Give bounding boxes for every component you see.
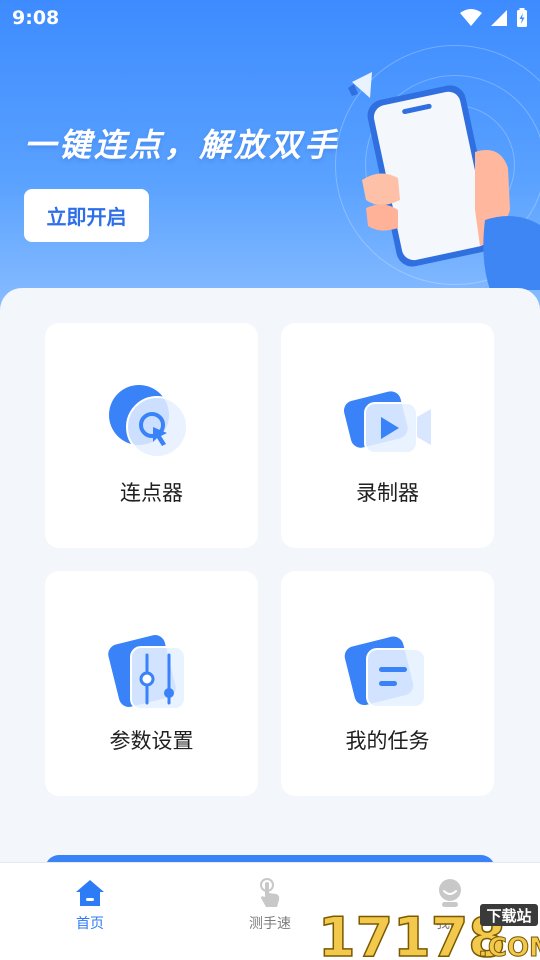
status-icons bbox=[460, 8, 528, 28]
battery-charging-icon bbox=[517, 8, 527, 27]
home-icon bbox=[76, 880, 104, 906]
feature-label: 我的任务 bbox=[345, 729, 430, 753]
feature-card-clicker[interactable]: 连点器 bbox=[45, 323, 258, 548]
feature-label: 参数设置 bbox=[109, 729, 194, 753]
nav-label: 测手速 bbox=[249, 916, 291, 932]
feature-card-recorder[interactable]: 录制器 bbox=[281, 323, 494, 548]
hero-title: 一键连点，解放双手 bbox=[24, 126, 340, 164]
cursor-click-icon bbox=[108, 385, 188, 458]
status-bar: 9:08 bbox=[0, 0, 540, 36]
nav-item-home[interactable]: 首页 bbox=[0, 863, 180, 960]
nav-label: 首页 bbox=[76, 916, 104, 932]
video-camera-icon bbox=[343, 391, 431, 454]
hero-banner: 9:08 一键连点，解放双手 立即开启 bbox=[0, 0, 540, 330]
status-time: 9:08 bbox=[12, 7, 60, 29]
start-now-button[interactable]: 立即开启 bbox=[24, 189, 149, 242]
wifi-icon bbox=[460, 9, 482, 26]
tap-hand-icon bbox=[260, 878, 280, 907]
task-list-icon bbox=[344, 636, 426, 708]
cellular-signal-icon bbox=[491, 10, 507, 26]
phone-in-hand-illustration bbox=[348, 72, 540, 290]
feature-label: 连点器 bbox=[120, 481, 183, 505]
feature-card-my-tasks[interactable]: 我的任务 bbox=[281, 571, 494, 796]
watermark-suffix: .COM bbox=[478, 933, 540, 960]
settings-slider-icon bbox=[107, 635, 186, 710]
feature-label: 录制器 bbox=[356, 481, 419, 505]
feature-card-settings[interactable]: 参数设置 bbox=[45, 571, 258, 796]
watermark-badge: 下载站 bbox=[486, 907, 531, 925]
site-watermark-logo: 17178 下载站 .COM bbox=[318, 904, 540, 960]
